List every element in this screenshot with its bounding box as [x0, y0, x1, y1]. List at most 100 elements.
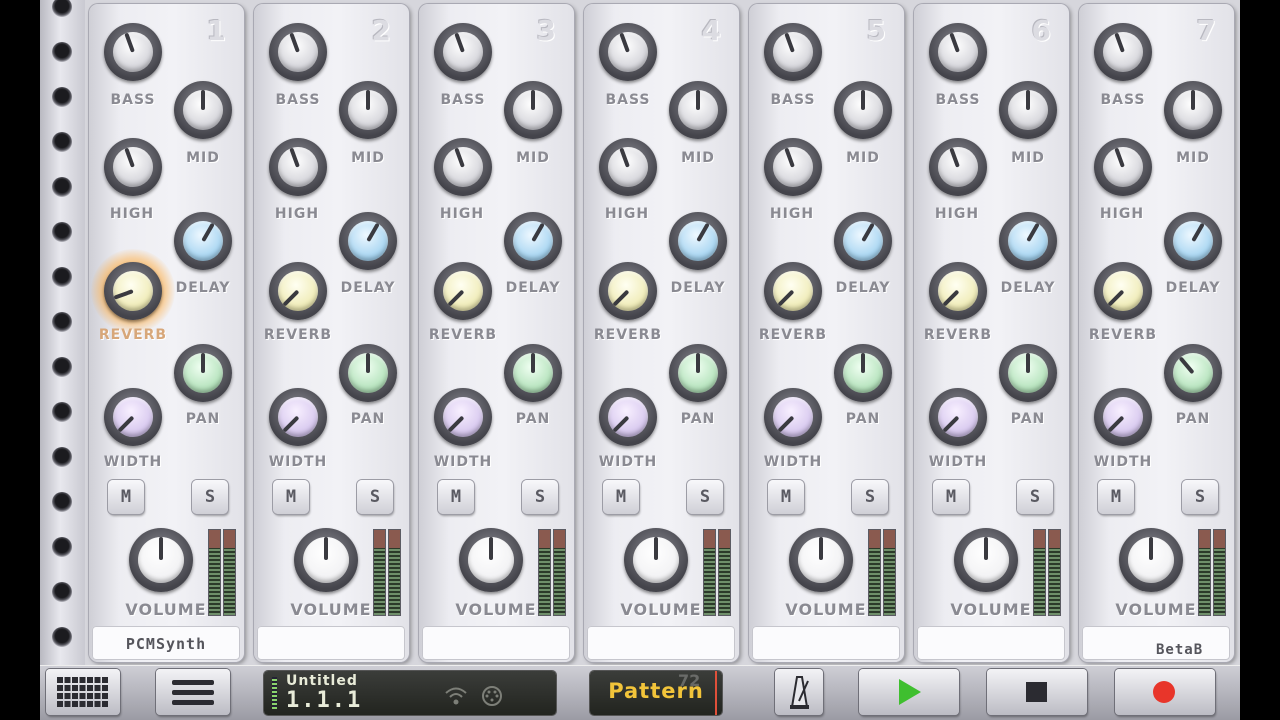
pan-knob[interactable]	[1164, 344, 1222, 402]
pan-knob[interactable]	[999, 344, 1057, 402]
delay-knob[interactable]	[834, 212, 892, 270]
pan-knob[interactable]	[834, 344, 892, 402]
mute-button[interactable]: M	[933, 480, 969, 514]
solo-button[interactable]: S	[687, 480, 723, 514]
bass-knob[interactable]	[764, 23, 822, 81]
stop-button[interactable]	[987, 669, 1087, 715]
bass-knob[interactable]	[929, 23, 987, 81]
delay-knob[interactable]	[174, 212, 232, 270]
volume-knob[interactable]	[624, 528, 688, 592]
solo-button[interactable]: S	[852, 480, 888, 514]
mute-button[interactable]: M	[1098, 480, 1134, 514]
channel-strip: 6 BASS MID HIGH DELAY REVERB PAN WIDTH M S…	[914, 4, 1069, 662]
pan-knob[interactable]	[504, 344, 562, 402]
width-knob[interactable]	[599, 388, 657, 446]
song-display[interactable]: Untitled 1.1.1	[264, 671, 556, 715]
solo-button[interactable]: S	[192, 480, 228, 514]
high-knob[interactable]	[104, 138, 162, 196]
bass-knob[interactable]	[269, 23, 327, 81]
mid-knob[interactable]	[1164, 81, 1222, 139]
menu-button[interactable]	[156, 669, 230, 715]
volume-knob[interactable]	[954, 528, 1018, 592]
high-knob[interactable]	[434, 138, 492, 196]
pan-label: PAN	[185, 411, 221, 427]
mid-knob[interactable]	[174, 81, 232, 139]
high-knob[interactable]	[599, 138, 657, 196]
rail-hole	[52, 132, 72, 152]
pan-knob[interactable]	[669, 344, 727, 402]
width-knob[interactable]	[104, 388, 162, 446]
mute-button[interactable]: M	[768, 480, 804, 514]
width-label: WIDTH	[763, 454, 823, 470]
mute-button[interactable]: M	[603, 480, 639, 514]
solo-button[interactable]: S	[522, 480, 558, 514]
bass-knob[interactable]	[1094, 23, 1152, 81]
rail-hole	[52, 177, 72, 197]
channel-strip: 1 BASS MID HIGH DELAY REVERB PAN WIDTH M S…	[89, 4, 244, 662]
pattern-mode-button[interactable]: 72 Pattern	[590, 671, 722, 715]
delay-label: DELAY	[1165, 280, 1221, 296]
volume-knob[interactable]	[789, 528, 853, 592]
volume-knob[interactable]	[1119, 528, 1183, 592]
midi-icon	[482, 686, 502, 706]
channel-name[interactable]	[917, 626, 1065, 660]
volume-knob[interactable]	[129, 528, 193, 592]
reverb-knob[interactable]	[599, 262, 657, 320]
solo-button[interactable]: S	[1017, 480, 1053, 514]
play-button[interactable]	[859, 669, 959, 715]
mute-button[interactable]: M	[273, 480, 309, 514]
reverb-knob[interactable]	[104, 262, 162, 320]
high-knob[interactable]	[269, 138, 327, 196]
pan-knob[interactable]	[174, 344, 232, 402]
channel-name[interactable]: PCMSynth	[92, 626, 240, 660]
stop-icon	[1026, 682, 1047, 702]
high-knob[interactable]	[929, 138, 987, 196]
metronome-button[interactable]	[775, 669, 823, 715]
reverb-knob[interactable]	[1094, 262, 1152, 320]
delay-knob[interactable]	[1164, 212, 1222, 270]
channel-name[interactable]	[422, 626, 570, 660]
volume-knob[interactable]	[294, 528, 358, 592]
width-label: WIDTH	[268, 454, 328, 470]
delay-knob[interactable]	[504, 212, 562, 270]
metronome-icon	[790, 676, 809, 709]
delay-knob[interactable]	[999, 212, 1057, 270]
record-button[interactable]	[1115, 669, 1215, 715]
channel-name[interactable]	[752, 626, 900, 660]
mute-button[interactable]: M	[438, 480, 474, 514]
pan-knob[interactable]	[339, 344, 397, 402]
bass-knob[interactable]	[104, 23, 162, 81]
bass-knob[interactable]	[434, 23, 492, 81]
mid-knob[interactable]	[669, 81, 727, 139]
width-knob[interactable]	[434, 388, 492, 446]
reverb-knob[interactable]	[929, 262, 987, 320]
mid-knob[interactable]	[999, 81, 1057, 139]
bass-knob[interactable]	[599, 23, 657, 81]
mid-knob[interactable]	[834, 81, 892, 139]
mid-knob[interactable]	[504, 81, 562, 139]
high-knob[interactable]	[764, 138, 822, 196]
solo-button[interactable]: S	[357, 480, 393, 514]
reverb-knob[interactable]	[269, 262, 327, 320]
width-knob[interactable]	[269, 388, 327, 446]
channel-name[interactable]	[257, 626, 405, 660]
mute-button[interactable]: M	[108, 480, 144, 514]
delay-knob[interactable]	[669, 212, 727, 270]
high-knob[interactable]	[1094, 138, 1152, 196]
width-knob[interactable]	[1094, 388, 1152, 446]
mid-knob[interactable]	[339, 81, 397, 139]
solo-button[interactable]: S	[1182, 480, 1218, 514]
knob-pointer	[861, 90, 865, 110]
grid-view-button[interactable]	[46, 669, 120, 715]
volume-label: VOLUME	[290, 600, 372, 619]
channel-strip: 4 BASS MID HIGH DELAY REVERB PAN WIDTH M S…	[584, 4, 739, 662]
mid-label: MID	[1011, 150, 1045, 166]
width-knob[interactable]	[929, 388, 987, 446]
reverb-knob[interactable]	[434, 262, 492, 320]
volume-knob[interactable]	[459, 528, 523, 592]
reverb-knob[interactable]	[764, 262, 822, 320]
channel-name[interactable]	[587, 626, 735, 660]
delay-knob[interactable]	[339, 212, 397, 270]
width-knob[interactable]	[764, 388, 822, 446]
delay-label: DELAY	[670, 280, 726, 296]
